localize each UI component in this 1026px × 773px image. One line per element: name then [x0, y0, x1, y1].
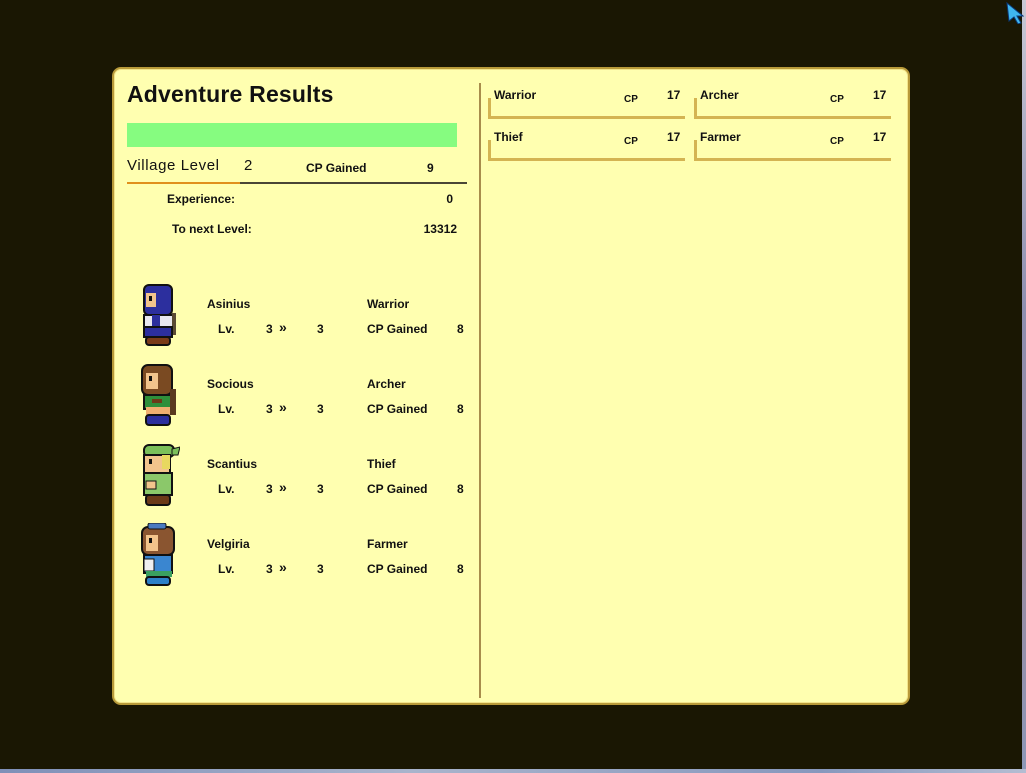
village-level-value: 2: [244, 157, 253, 174]
member-level-label: Lv.: [218, 322, 235, 336]
job-cp-value: 17: [667, 130, 681, 144]
party-member-row: Asinius Lv. 3 » 3 Warrior CP Gained 8: [114, 283, 479, 353]
experience-value: 0: [446, 192, 453, 206]
member-job: Warrior: [367, 297, 410, 311]
job-cp-label: CP: [830, 136, 844, 147]
job-cp-label: CP: [830, 94, 844, 105]
archer-sprite-icon: [141, 364, 176, 426]
member-cp-label: CP Gained: [367, 402, 428, 416]
member-job: Archer: [367, 377, 406, 391]
member-level-to: 3: [317, 562, 324, 576]
member-level-to: 3: [317, 322, 324, 336]
village-level-label: Village Level: [127, 157, 220, 174]
mouse-cursor-icon: [1006, 2, 1024, 24]
member-cp-value: 8: [457, 322, 464, 336]
member-level-from: 3: [266, 482, 273, 496]
exp-progress-line: [127, 182, 240, 184]
exp-track-line: [240, 182, 467, 184]
member-cp-label: CP Gained: [367, 482, 428, 496]
job-cp-label: CP: [624, 94, 638, 105]
member-cp-value: 8: [457, 562, 464, 576]
member-name: Socious: [207, 377, 254, 391]
village-cp-value: 9: [427, 161, 434, 175]
member-level-from: 3: [266, 402, 273, 416]
desktop-background-strip-bottom: [0, 769, 1026, 773]
member-name: Asinius: [207, 297, 251, 311]
farmer-sprite-icon: [141, 523, 175, 586]
window-title: Adventure Results: [127, 81, 334, 107]
level-arrow-icon: »: [279, 559, 287, 575]
member-level-label: Lv.: [218, 562, 235, 576]
warrior-sprite-icon: [143, 284, 176, 346]
progress-bar: [127, 123, 457, 147]
party-member-row: Scantius Lv. 3 » 3 Thief CP Gained 8: [114, 443, 479, 513]
desktop-background-strip: [1022, 0, 1026, 773]
member-level-label: Lv.: [218, 402, 235, 416]
job-name: Warrior: [494, 88, 537, 102]
job-cp-label: CP: [624, 136, 638, 147]
job-cp-value: 17: [873, 130, 887, 144]
job-name: Archer: [700, 88, 739, 102]
thief-sprite-icon: [143, 444, 180, 506]
job-cp-entry: Farmer CP 17: [694, 130, 891, 161]
column-divider: [479, 83, 481, 698]
member-level-label: Lv.: [218, 482, 235, 496]
next-level-value: 13312: [423, 222, 457, 236]
job-cp-entry: Thief CP 17: [488, 130, 685, 161]
job-cp-entry: Archer CP 17: [694, 88, 891, 119]
member-cp-value: 8: [457, 482, 464, 496]
party-member-row: Velgiria Lv. 3 » 3 Farmer CP Gained 8: [114, 523, 479, 593]
member-name: Velgiria: [207, 537, 250, 551]
level-arrow-icon: »: [279, 319, 287, 335]
next-level-label: To next Level:: [172, 222, 252, 236]
member-job: Farmer: [367, 537, 408, 551]
member-level-from: 3: [266, 322, 273, 336]
village-cp-label: CP Gained: [306, 161, 367, 175]
job-cp-entry: Warrior CP 17: [488, 88, 685, 119]
member-level-to: 3: [317, 402, 324, 416]
level-arrow-icon: »: [279, 479, 287, 495]
job-cp-value: 17: [667, 88, 681, 102]
job-name: Farmer: [700, 130, 741, 144]
experience-label: Experience:: [167, 192, 236, 206]
party-member-row: Socious Lv. 3 » 3 Archer CP Gained 8: [114, 363, 479, 433]
member-name: Scantius: [207, 457, 258, 471]
job-cp-value: 17: [873, 88, 887, 102]
member-cp-value: 8: [457, 402, 464, 416]
member-cp-label: CP Gained: [367, 322, 428, 336]
level-arrow-icon: »: [279, 399, 287, 415]
member-level-to: 3: [317, 482, 324, 496]
adventure-results-window: Adventure Results Village Level 2 CP Gai…: [112, 67, 910, 705]
job-name: Thief: [494, 130, 523, 144]
member-job: Thief: [367, 457, 396, 471]
member-level-from: 3: [266, 562, 273, 576]
member-cp-label: CP Gained: [367, 562, 428, 576]
